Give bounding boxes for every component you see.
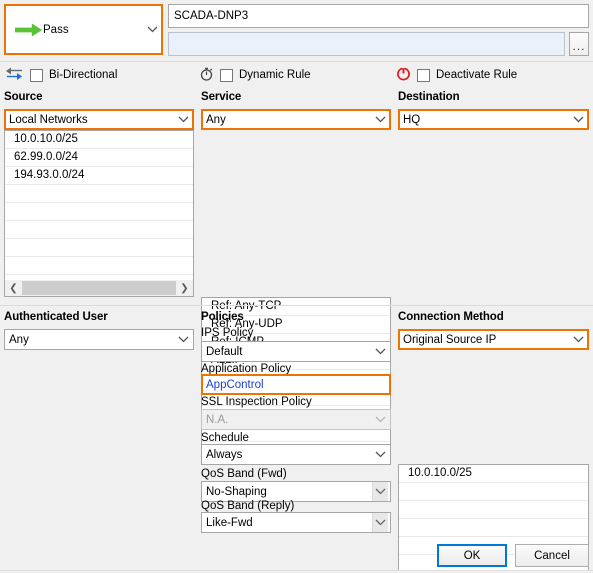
source-list[interactable]: 10.0.10.0/25 62.99.0.0/24 194.93.0.0/24 … bbox=[4, 130, 194, 297]
destination-selected: HQ bbox=[403, 113, 421, 126]
qos-band-reply-dropdown[interactable]: Like-Fwd bbox=[201, 512, 391, 533]
dynamic-rule-label: Dynamic Rule bbox=[239, 69, 311, 81]
list-item[interactable] bbox=[5, 221, 193, 239]
source-selected: Local Networks bbox=[9, 113, 88, 126]
connection-method-selected: Original Source IP bbox=[403, 333, 497, 346]
schedule-dropdown[interactable]: Always bbox=[201, 444, 391, 465]
chevron-down-icon bbox=[144, 6, 160, 53]
action-dropdown[interactable]: Pass bbox=[4, 4, 163, 55]
authenticated-user-dropdown[interactable]: Any bbox=[4, 329, 194, 350]
comment-input[interactable] bbox=[168, 32, 565, 56]
chevron-down-icon bbox=[372, 342, 388, 361]
ips-policy-dropdown[interactable]: Default bbox=[201, 341, 391, 362]
service-title: Service bbox=[201, 91, 242, 103]
service-dropdown[interactable]: Any bbox=[201, 109, 391, 130]
qos-band-fwd-dropdown[interactable]: No-Shaping bbox=[201, 481, 391, 502]
rule-name-input[interactable]: SCADA-DNP3 bbox=[168, 4, 589, 28]
deactivate-rule-label: Deactivate Rule bbox=[436, 69, 518, 81]
qos-band-fwd-value: No-Shaping bbox=[206, 485, 267, 498]
qos-band-reply-value: Like-Fwd bbox=[206, 516, 253, 529]
dynamic-rule-option[interactable]: Dynamic Rule bbox=[199, 66, 311, 84]
dynamic-rule-checkbox[interactable] bbox=[220, 68, 233, 82]
authenticated-user-title: Authenticated User bbox=[4, 311, 108, 323]
ssl-inspection-policy-dropdown: N.A. bbox=[201, 409, 391, 430]
source-dropdown[interactable]: Local Networks bbox=[4, 109, 194, 130]
application-policy-value: AppControl bbox=[206, 378, 264, 391]
list-item[interactable] bbox=[5, 239, 193, 257]
chevron-down-icon bbox=[175, 111, 191, 128]
stopwatch-icon bbox=[199, 66, 214, 84]
list-item[interactable] bbox=[399, 519, 588, 537]
list-item[interactable] bbox=[5, 257, 193, 275]
schedule-label: Schedule bbox=[201, 432, 249, 444]
connection-method-title: Connection Method bbox=[398, 311, 504, 323]
list-item[interactable]: 10.0.10.0/25 bbox=[399, 465, 588, 483]
ips-policy-value: Default bbox=[206, 345, 243, 358]
bi-directional-arrows-icon bbox=[5, 66, 24, 84]
chevron-down-icon bbox=[570, 111, 586, 128]
ips-policy-label: IPS Policy bbox=[201, 327, 254, 339]
scroll-right-icon[interactable]: ❯ bbox=[176, 280, 193, 296]
ok-button[interactable]: OK bbox=[437, 544, 507, 567]
bi-directional-option[interactable]: Bi-Directional bbox=[5, 66, 117, 84]
list-item[interactable]: 62.99.0.0/24 bbox=[5, 149, 193, 167]
policies-title: Policies bbox=[201, 311, 244, 323]
source-hscrollbar[interactable]: ❮ ❯ bbox=[5, 279, 193, 296]
action-value: Pass bbox=[43, 23, 69, 36]
bi-directional-label: Bi-Directional bbox=[49, 69, 118, 81]
destination-title: Destination bbox=[398, 91, 460, 103]
scroll-left-icon[interactable]: ❮ bbox=[5, 280, 22, 296]
power-off-icon bbox=[396, 66, 411, 84]
qos-band-reply-label: QoS Band (Reply) bbox=[201, 500, 295, 512]
destination-dropdown[interactable]: HQ bbox=[398, 109, 589, 130]
qos-band-fwd-label: QoS Band (Fwd) bbox=[201, 468, 287, 480]
list-item[interactable] bbox=[5, 185, 193, 203]
authenticated-user-selected: Any bbox=[9, 333, 29, 346]
rule-name-value: SCADA-DNP3 bbox=[174, 10, 249, 22]
source-list-rows: 10.0.10.0/25 62.99.0.0/24 194.93.0.0/24 bbox=[5, 131, 193, 279]
chevron-down-icon bbox=[175, 330, 191, 349]
schedule-value: Always bbox=[206, 448, 243, 461]
chevron-down-icon[interactable] bbox=[372, 482, 388, 501]
deactivate-rule-option[interactable]: Deactivate Rule bbox=[396, 66, 517, 84]
source-title: Source bbox=[4, 91, 43, 103]
list-item[interactable]: 194.93.0.0/24 bbox=[5, 167, 193, 185]
firewall-rule-editor: Pass SCADA-DNP3 ... Bi-Directional Dynam… bbox=[0, 0, 593, 573]
chevron-down-icon bbox=[372, 445, 388, 464]
list-item[interactable]: 10.0.10.0/25 bbox=[5, 131, 193, 149]
deactivate-rule-checkbox[interactable] bbox=[417, 68, 430, 82]
bi-directional-checkbox[interactable] bbox=[30, 68, 43, 82]
divider-top bbox=[0, 61, 593, 62]
list-item[interactable] bbox=[399, 501, 588, 519]
divider-mid bbox=[0, 305, 593, 306]
chevron-down-icon[interactable] bbox=[372, 513, 388, 532]
connection-method-dropdown[interactable]: Original Source IP bbox=[398, 329, 589, 350]
browse-button[interactable]: ... bbox=[569, 32, 589, 56]
chevron-down-icon bbox=[570, 331, 586, 348]
chevron-down-icon bbox=[372, 111, 388, 128]
list-item[interactable] bbox=[5, 203, 193, 221]
service-selected: Any bbox=[206, 113, 226, 126]
chevron-down-icon bbox=[372, 410, 388, 429]
cancel-button[interactable]: Cancel bbox=[515, 544, 589, 567]
application-policy-field[interactable]: AppControl bbox=[201, 374, 391, 395]
scroll-thumb[interactable] bbox=[22, 281, 176, 295]
list-item[interactable] bbox=[399, 483, 588, 501]
green-right-arrow-icon bbox=[9, 6, 43, 53]
ssl-inspection-policy-label: SSL Inspection Policy bbox=[201, 396, 312, 408]
ssl-inspection-policy-value: N.A. bbox=[206, 413, 229, 426]
